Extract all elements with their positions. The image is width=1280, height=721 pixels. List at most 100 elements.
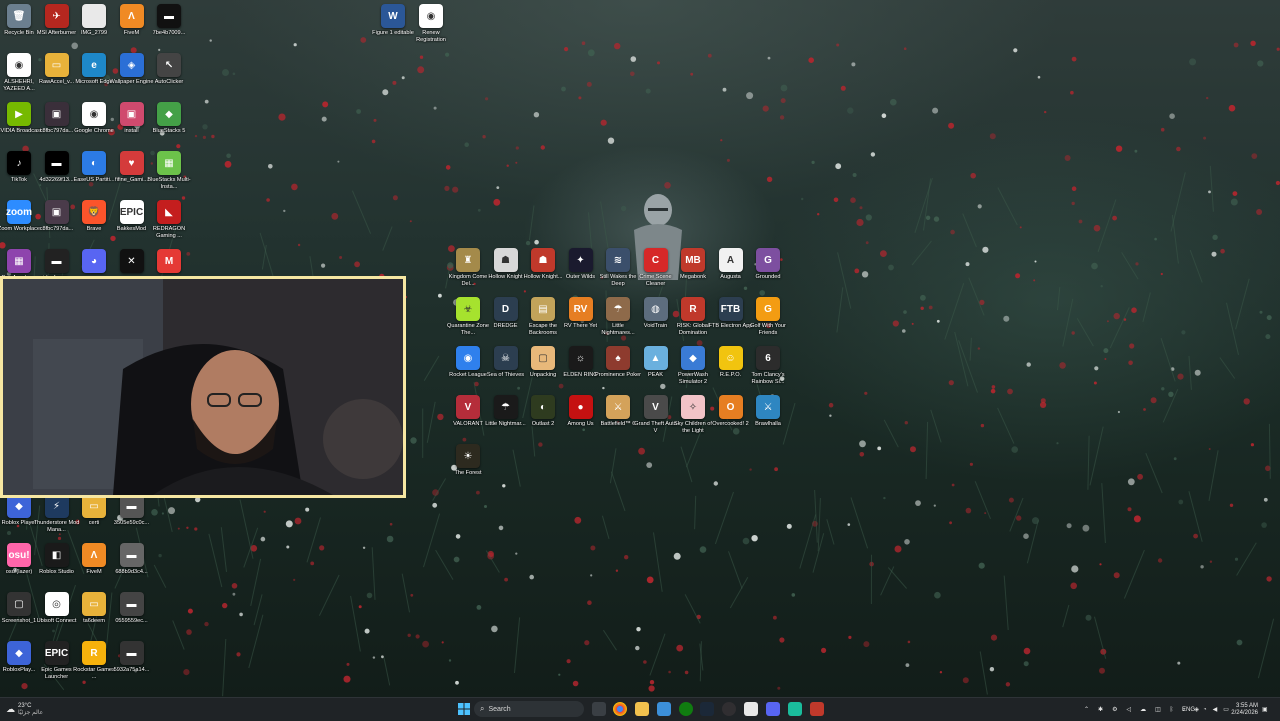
desktop-icon-epic-games-launcher-13[interactable]: EPICEpic Games Launcher [38,641,76,693]
desktop-icon-easeus-partiti-17[interactable]: ◐EaseUS Partiti... [75,151,113,203]
file-explorer-icon[interactable] [635,702,649,716]
tray-gear-icon[interactable]: ⚙ [1112,706,1117,713]
language-indicator[interactable]: ENG [1182,698,1195,721]
photos-icon[interactable] [657,702,671,716]
desktop-icon-3505e59c0c-3[interactable]: ▬3505e59c0c... [113,494,151,546]
task-view-icon[interactable] [592,702,606,716]
desktop-icon-ta6deem-10[interactable]: ▭ta6deem [75,592,113,644]
desktop-icon-r-e-p-o-25[interactable]: ☺R.E.P.O. [712,346,750,398]
desktop-icon-688b9d3c4-7[interactable]: ▬688b9d3c4... [113,543,151,595]
desktop-icon-still-wakes-the-deep-4[interactable]: ≋Still Wakes the Deep [599,248,637,300]
desktop-icon-dredge-10[interactable]: DDREDGE [487,297,525,349]
tray-overflow-chevron-icon[interactable]: ⌃ [1084,706,1089,713]
desktop-icon-kingdom-come-del-0[interactable]: ♜Kingdom Come Del... [449,248,487,300]
tray-network-icon[interactable]: ◫ [1155,706,1161,713]
desktop-icon-7be4b7009-4[interactable]: ▬7be4b7009... [150,4,188,56]
desktop-icon-tom-clancy-s-rainbow-si-26[interactable]: 6Tom Clancy's Rainbow Si... [749,346,787,398]
tray-bluetooth-icon[interactable]: ᛒ [1170,707,1174,713]
desktop-icon-golf-with-your-friends-17[interactable]: GGolf With Your Friends [749,297,787,349]
desktop-icon-certi-2[interactable]: ▭certi [75,494,113,546]
desktop-icon-rv-there-yet-12[interactable]: RVRV There Yet [562,297,600,349]
desktop-icon-outlast-2-29[interactable]: ◐Outlast 2 [524,395,562,447]
desktop-icon-among-us-30[interactable]: ●Among Us [562,395,600,447]
desktop-icon-c8fbc797da-11[interactable]: ▣c8fbc797da... [38,102,76,154]
desktop-icon-5932a75a14-15[interactable]: ▬5932a75a14... [113,641,151,693]
desktop-icon-unpacking-20[interactable]: ▢Unpacking [524,346,562,398]
desktop-icon-bluestacks-multi-insta-19[interactable]: ▦BlueStacks Multi-Insta... [150,151,188,203]
desktop-icon-zoom-workplace-20[interactable]: zoomZoom Workplace [0,200,38,252]
desktop-icon-recycle-bin-0[interactable]: 🗑Recycle Bin [0,4,38,56]
desktop-icon-megabonk-6[interactable]: MBMegabonk [674,248,712,300]
desktop-icon-bakkesmod-23[interactable]: EPICBakkesMod [113,200,151,252]
xbox-icon[interactable] [679,702,693,716]
desktop-icon-figure-1-editable-0[interactable]: WFigure 1 editable [374,4,412,56]
desktop-icon-valorant-27[interactable]: VVALORANT [449,395,487,447]
desktop-icon-rawaccel-v-6[interactable]: ▭RawAccel_v... [38,53,76,105]
desktop-icon-sea-of-thieves-19[interactable]: ☠Sea of Thieves [487,346,525,398]
desktop-icon-redragon-gaming-24[interactable]: ◣REDRAGON Gaming ... [150,200,188,252]
desktop-icon-grounded-8[interactable]: GGrounded [749,248,787,300]
tray-settings-icon[interactable]: ✱ [1098,706,1103,713]
desktop-icon-renew-registration-1[interactable]: ◉Renew Registration [412,4,450,56]
desktop-icon-img-2799-2[interactable]: IMG_2799 [75,4,113,56]
clock[interactable]: 3:55 AM 2/24/2026 [1234,698,1258,721]
desktop-icon-little-nightmares-13[interactable]: ☂Little Nightmares... [599,297,637,349]
desktop-icon-elden-ring-21[interactable]: ☼ELDEN RING [562,346,600,398]
desktop-icon-tiktok-15[interactable]: ♪TikTok [0,151,38,203]
desktop-icon-peak-23[interactable]: ▲PEAK [637,346,675,398]
app-red-icon[interactable] [810,702,824,716]
desktop-icon-roblox-player-0[interactable]: ◆Roblox Player [0,494,38,546]
desktop-icon-hollow-knight-1[interactable]: ☗Hollow Knight [487,248,525,300]
desktop-icon-risk-global-domination-15[interactable]: RRISK: Global Domination [674,297,712,349]
taskbar-search-input[interactable]: ⌕ Search [474,701,584,717]
obs-icon[interactable] [722,702,736,716]
capcut-icon[interactable] [744,702,758,716]
desktop-icon-autoclicker-9[interactable]: ↖AutoClicker [150,53,188,105]
desktop-icon-rockstar-games-14[interactable]: RRockstar Games ... [75,641,113,693]
desktop-icon-0559559ec-11[interactable]: ▬0559559ec... [113,592,151,644]
desktop-icon-sky-children-of-the-light-33[interactable]: ✧Sky Children of the Light [674,395,712,447]
desktop-icon-osu-lazer-4[interactable]: osu!osu!(lazer) [0,543,38,595]
tray-antivirus-icon[interactable]: ◈ [1194,706,1199,713]
notification-bell-icon[interactable]: ▣ [1262,698,1268,721]
desktop-icon-install-13[interactable]: ▣install [113,102,151,154]
desktop-icon-bluestacks-5-14[interactable]: ◆BlueStacks 5 [150,102,188,154]
desktop-icon-escape-the-backrooms-11[interactable]: ▤Escape the Backrooms [524,297,562,349]
desktop-icon-c8fbc797da-21[interactable]: ▣c8fbc797da... [38,200,76,252]
desktop-icon-prominence-poker-22[interactable]: ♠Prominence Poker [599,346,637,398]
desktop-icon-the-forest-36[interactable]: ☀The Forest [449,444,487,496]
desktop-icon-nvidia-broadcast-10[interactable]: ▶NVIDIA Broadcast [0,102,38,154]
desktop-icon-powerwash-simulator-2-24[interactable]: ◆PowerWash Simulator 2 [674,346,712,398]
desktop-icon-overcooked-2-34[interactable]: OOvercooked! 2 [712,395,750,447]
desktop-icon-rocket-league-18[interactable]: ◉Rocket League [449,346,487,398]
desktop-icon-4d32269f13-16[interactable]: ▬4d32269f13... [38,151,76,203]
start-windows-icon[interactable] [457,702,471,716]
desktop-icon-wallpaper-engine-8[interactable]: ◈Wallpaper Engine [113,53,151,105]
desktop-icon-alshehri-yazeed-a-5[interactable]: ◉ALSHEHRI, YAZEED A... [0,53,38,105]
desktop-icon-hollow-knight-2[interactable]: ☗Hollow Knight... [524,248,562,300]
desktop-icon-fivem-6[interactable]: ΛFiveM [75,543,113,595]
desktop-icon-fifine-gami-18[interactable]: ♥fifine_Gami... [113,151,151,203]
desktop-icon-robloxplay-12[interactable]: ◆RobloxPlay... [0,641,38,693]
desktop-icon-outer-wilds-3[interactable]: ✦Outer Wilds [562,248,600,300]
desktop-icon-fivem-3[interactable]: ΛFiveM [113,4,151,56]
desktop-icon-brawlhalla-35[interactable]: ⚔Brawlhalla [749,395,787,447]
desktop-icon-google-chrome-12[interactable]: ◉Google Chrome [75,102,113,154]
tray-cloud-icon[interactable]: ☁ [1140,706,1146,713]
desktop-icon-roblox-studio-5[interactable]: ◧Roblox Studio [38,543,76,595]
desktop-icon-little-nightmar-28[interactable]: ☂Little Nightmar... [487,395,525,447]
desktop-icon-voidtrain-14[interactable]: ◍VoidTrain [637,297,675,349]
tray-speaker-icon[interactable]: ◁ [1126,706,1131,713]
quick-settings[interactable]: ◔ ◀ ▭ [1203,698,1229,721]
desktop-icon-augusta-7[interactable]: AAugusta [712,248,750,300]
desktop-icon-screenshot-1-8[interactable]: ▢Screenshot_1 [0,592,38,644]
desktop-icon-battlefield-6-31[interactable]: ⚔Battlefield™ 6 [599,395,637,447]
desktop-icon-microsoft-edge-7[interactable]: eMicrosoft Edge [75,53,113,105]
app-teal-icon[interactable] [788,702,802,716]
desktop-icon-thunderstore-mod-mana-1[interactable]: ⚡Thunderstore Mod Mana... [38,494,76,546]
desktop-icon-grand-theft-auto-v-32[interactable]: VGrand Theft Auto V [637,395,675,447]
desktop-icon-crime-scene-cleaner-5[interactable]: CCrime Scene Cleaner [637,248,675,300]
desktop-icon-quarantine-zone-the-9[interactable]: ☣Quarantine Zone The... [449,297,487,349]
desktop-icon-msi-afterburner-1[interactable]: ✈MSI Afterburner [38,4,76,56]
desktop-icon-ubisoft-connect-9[interactable]: ◎Ubisoft Connect [38,592,76,644]
